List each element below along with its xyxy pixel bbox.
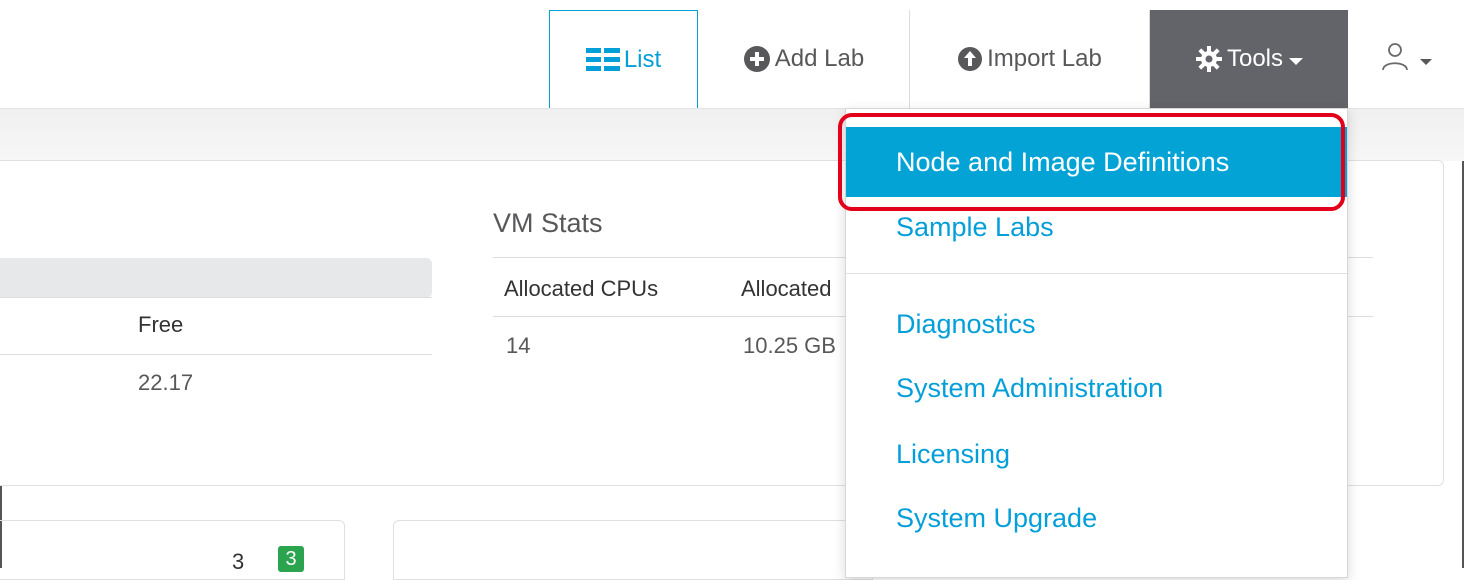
- tools-dropdown-menu: Node and Image Definitions Sample Labs D…: [845, 108, 1348, 578]
- caret-down-icon: [1420, 45, 1432, 73]
- allocated-cpus-header: Allocated CPUs: [504, 276, 659, 301]
- allocated-memory-header: Allocated: [741, 276, 832, 301]
- menu-item-diagnostics[interactable]: Diagnostics: [846, 304, 1347, 344]
- free-column-header: Free: [138, 312, 184, 337]
- gear-icon: [1195, 45, 1223, 73]
- user-icon: [1380, 41, 1410, 78]
- import-lab-label: Import Lab: [987, 45, 1102, 72]
- upload-circle-icon: [957, 46, 983, 72]
- list-grid-icon: [585, 47, 620, 73]
- menu-item-system-upgrade[interactable]: System Upgrade: [846, 498, 1347, 538]
- menu-divider: [846, 273, 1347, 274]
- secondary-panel: [393, 520, 873, 580]
- add-lab-button[interactable]: Add Lab: [698, 10, 910, 108]
- tools-menu-button[interactable]: Tools: [1150, 10, 1348, 108]
- list-label: List: [623, 45, 662, 73]
- allocated-memory-value: 10.25 GB: [743, 333, 836, 358]
- import-lab-button[interactable]: Import Lab: [910, 10, 1150, 108]
- top-navbar: List Add Lab Import Lab Tools: [0, 0, 1464, 108]
- allocated-cpus-value: 14: [506, 333, 531, 358]
- menu-item-sample-labs[interactable]: Sample Labs: [846, 207, 1347, 247]
- tools-label: Tools: [1226, 45, 1284, 72]
- plus-circle-icon: [743, 45, 771, 73]
- add-lab-label: Add Lab: [774, 45, 865, 72]
- caret-down-icon: [1289, 45, 1304, 73]
- menu-item-system-administration[interactable]: System Administration: [846, 368, 1347, 408]
- count-badge: 3: [232, 549, 245, 574]
- vm-stats-title: VM Stats: [493, 208, 603, 238]
- menu-item-licensing[interactable]: Licensing: [846, 434, 1347, 474]
- table-divider: [0, 297, 432, 298]
- status-badge: 3: [278, 546, 304, 572]
- list-button[interactable]: List: [549, 10, 698, 108]
- system-stats-header-bar: [0, 258, 432, 298]
- menu-item-node-and-image-definitions[interactable]: Node and Image Definitions: [846, 127, 1347, 197]
- user-menu-button[interactable]: [1348, 10, 1464, 108]
- table-divider: [0, 354, 432, 355]
- free-value: 22.17: [138, 370, 194, 395]
